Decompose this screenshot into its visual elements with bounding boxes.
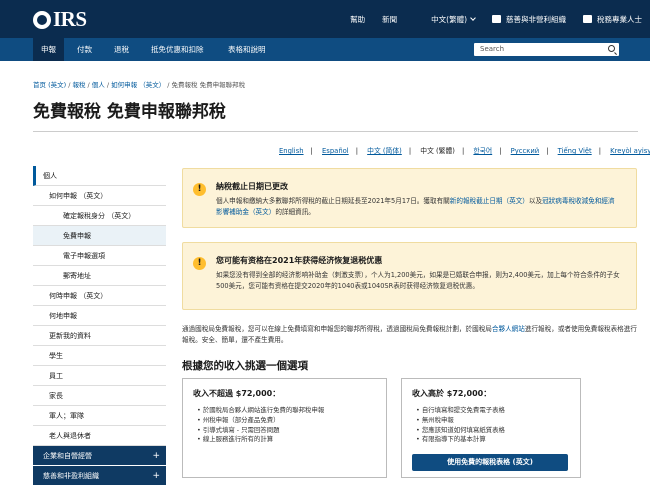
recovery-credit-alert: ! 您可能有资格在2021年获得经济恢复退税优惠 如果您没有得到全部的经济影响补… [182, 242, 637, 310]
income-under-list: 於國稅局合夥人網站進行免費的聯邦稅申報 州稅申報（部分產品免費） 引導式填寫 -… [197, 406, 324, 445]
list-item: 自行填寫和提交免費電子表格 [416, 406, 505, 416]
language-selector-label: 中文(繁體) [431, 14, 467, 24]
lang-spanish[interactable]: Español [322, 147, 349, 155]
list-item: 有限指導下的基本計算 [416, 435, 505, 445]
income-under-card: 收入不超過 $72,000： 於國稅局合夥人網站進行免費的聯邦稅申報 州稅申報（… [182, 378, 387, 478]
breadcrumb-individuals[interactable]: 個人 [92, 81, 105, 89]
sidebar-item-business[interactable]: 企業和自營經營 [33, 446, 166, 466]
deadline-alert-body: 個人申報和繳納大多數聯邦所得稅的截止日期延長至2021年5月17日。獲取有關新的… [216, 196, 621, 218]
utility-links: 幫助 新聞 中文(繁體) 慈善與非營利組織 稅務專業人士 [333, 0, 642, 38]
breadcrumb-file[interactable]: 報稅 [72, 81, 85, 89]
briefcase-icon [583, 15, 592, 23]
news-link[interactable]: 新聞 [382, 14, 397, 25]
sidebar-item-individuals[interactable]: 個人 [33, 166, 166, 186]
list-item: 您應該知道如何填寫紙質表格 [416, 426, 505, 436]
nav-credits-deductions[interactable]: 抵免优惠和扣除 [143, 38, 212, 61]
charities-link[interactable]: 慈善與非營利組織 [492, 14, 566, 25]
charities-label: 慈善與非營利組織 [506, 14, 566, 24]
list-item: 引導式填寫 - 只需回答問題 [197, 426, 324, 436]
chevron-down-icon [470, 14, 476, 21]
tax-pros-label: 稅務專業人士 [597, 14, 642, 24]
page-title: 免費報稅 免費申報聯邦稅 [33, 102, 226, 122]
eagle-icon [33, 10, 51, 29]
nav-pay[interactable]: 付款 [69, 38, 100, 61]
deadline-alert-text-3: 的詳細資訊。 [275, 208, 315, 216]
lang-russian[interactable]: Русский [511, 147, 540, 155]
income-over-list: 自行填寫和提交免費電子表格 無州稅申報 您應該知道如何填寫紙質表格 有限指導下的… [416, 406, 505, 445]
language-links: English | Español | 中文 (简体) | 中文 (繁體) | 한국어 |… [279, 145, 650, 155]
list-item: 線上服務進行所有的計算 [197, 435, 324, 445]
sidebar-item-students[interactable]: 學生 [33, 346, 166, 366]
breadcrumb: 首页 (英文) / 報稅 / 個人 / 如何申報 （英文） / 免費報稅 免費申… [33, 81, 246, 89]
list-item: 無州稅申報 [416, 416, 505, 426]
sidebar-item-filing-status[interactable]: 確定報稅身分 （英文） [33, 206, 166, 226]
search-icon[interactable] [608, 45, 615, 52]
search-placeholder: Search [480, 45, 505, 53]
sidebar-item-when-to-file[interactable]: 何時申報 （英文） [33, 286, 166, 306]
choose-option-heading: 根據您的收入挑選一個選項 [182, 360, 308, 372]
deadline-link[interactable]: 新的報稅截止日期（英文） [450, 197, 529, 205]
nav-file[interactable]: 申報 [33, 38, 64, 61]
breadcrumb-how-to-file[interactable]: 如何申報 （英文） [111, 81, 165, 89]
list-item: 州稅申報（部分產品免費） [197, 416, 324, 426]
irs-logo[interactable]: IRS [33, 7, 87, 32]
lang-english[interactable]: English [279, 147, 304, 155]
lang-chinese-simplified[interactable]: 中文 (简体) [367, 147, 402, 155]
lang-korean[interactable]: 한국어 [473, 147, 492, 155]
sidebar-item-seniors[interactable]: 老人與退休者 [33, 426, 166, 446]
charity-icon [492, 15, 501, 23]
recovery-credit-body: 如果您没有得到全部的经济影响补助金（刺激支票），个人为1,200美元，如果是已婚… [216, 271, 620, 290]
sidebar-item-where-to-file[interactable]: 何地申報 [33, 306, 166, 326]
lang-vietnamese[interactable]: Tiếng Việt [558, 147, 592, 155]
logo-text: IRS [53, 7, 87, 31]
sidebar-item-free-file[interactable]: 免費申報 [33, 226, 166, 246]
help-link[interactable]: 幫助 [350, 14, 365, 25]
list-item: 於國稅局合夥人網站進行免費的聯邦稅申報 [197, 406, 324, 416]
breadcrumb-home[interactable]: 首页 (英文) [33, 81, 66, 89]
sidebar-item-mailing-address[interactable]: 郵寄地址 [33, 266, 166, 286]
sidebar-item-military[interactable]: 軍人；軍隊 [33, 406, 166, 426]
sidebar-item-efile-options[interactable]: 電子申報選項 [33, 246, 166, 266]
intro-text-1: 通過國稅局免費報稅，您可以在線上免費填寫和申報您的聯邦所得稅，透過國稅局免費報稅… [182, 325, 492, 333]
title-divider [33, 131, 638, 132]
sidebar-item-employees[interactable]: 員工 [33, 366, 166, 386]
sidebar-nav: 個人 如何申報 （英文） 確定報稅身分 （英文） 免費申報 電子申報選項 郵寄地… [33, 166, 166, 486]
deadline-alert-text-1: 個人申報和繳納大多數聯邦所得稅的截止日期延長至2021年5月17日。獲取有關 [216, 197, 450, 205]
lang-chinese-traditional: 中文 (繁體) [420, 147, 455, 155]
search-input[interactable]: Search [474, 43, 619, 56]
breadcrumb-current: 免費報稅 免費申報聯邦稅 [171, 81, 246, 89]
free-fillable-forms-button[interactable]: 使用免費的報稅表格 (英文) [412, 454, 568, 471]
top-header: IRS 幫助 新聞 中文(繁體) 慈善與非營利組織 稅務專業人士 [0, 0, 650, 38]
lang-haitian-creole[interactable]: Kreyòl ayisyen [610, 147, 650, 155]
sidebar-item-charities[interactable]: 慈善和非盈利組織 [33, 466, 166, 486]
income-over-title: 收入高於 $72,000： [412, 389, 492, 398]
deadline-alert-text-2: 以及 [528, 197, 543, 205]
intro-paragraph: 通過國稅局免費報稅，您可以在線上免費填寫和申報您的聯邦所得稅，透過國稅局免費報稅… [182, 324, 637, 345]
recovery-credit-title: 您可能有资格在2021年获得经济恢复退税优惠 [216, 256, 383, 265]
partner-sites-link[interactable]: 合夥人網站 [492, 325, 525, 333]
warning-icon: ! [193, 183, 206, 196]
sidebar-item-how-to-file[interactable]: 如何申報 （英文） [33, 186, 166, 206]
language-selector[interactable]: 中文(繁體) [414, 14, 476, 25]
tax-pros-link[interactable]: 稅務專業人士 [583, 14, 642, 25]
income-under-title: 收入不超過 $72,000： [193, 389, 281, 398]
warning-icon: ! [193, 257, 206, 270]
nav-refunds[interactable]: 退稅 [106, 38, 137, 61]
nav-forms-instructions[interactable]: 表格和說明 [220, 38, 274, 61]
income-over-card: 收入高於 $72,000： 自行填寫和提交免費電子表格 無州稅申報 您應該知道如… [401, 378, 581, 478]
sidebar-item-update-info[interactable]: 更新我的資料 [33, 326, 166, 346]
sidebar-item-parents[interactable]: 家長 [33, 386, 166, 406]
deadline-alert: ! 納稅截止日期已更改 個人申報和繳納大多數聯邦所得稅的截止日期延長至2021年… [182, 168, 637, 228]
deadline-alert-title: 納稅截止日期已更改 [216, 182, 288, 191]
